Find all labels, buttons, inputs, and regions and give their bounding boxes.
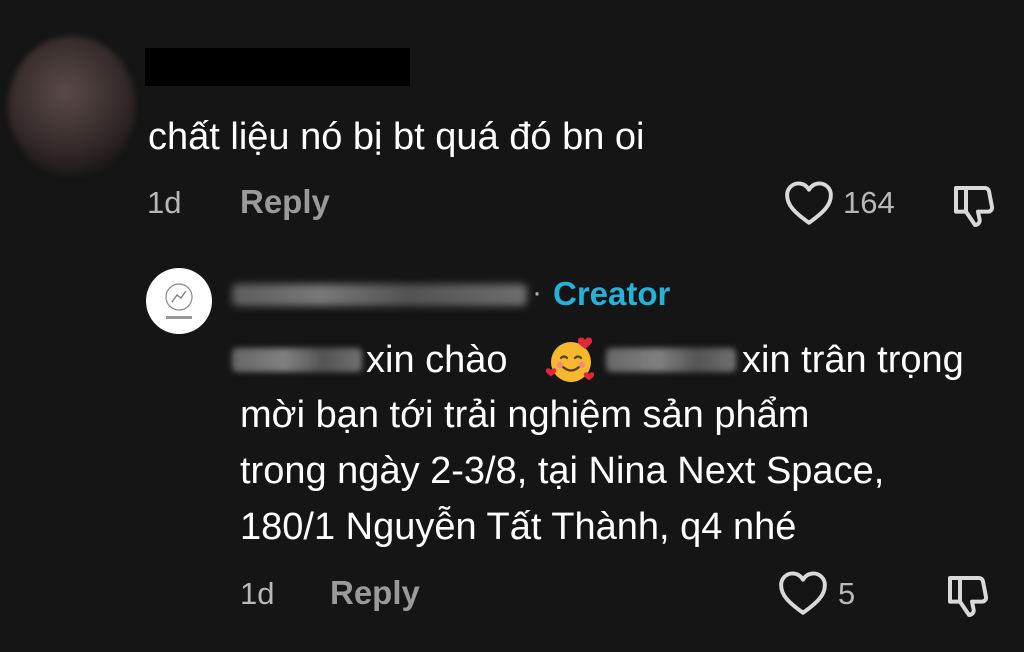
brand-logo-icon bbox=[165, 283, 193, 319]
reply-timestamp: 1d bbox=[240, 576, 275, 611]
reply-text-greeting: xin chào bbox=[366, 339, 508, 381]
name-separator: · bbox=[532, 276, 542, 309]
reply-text-line-4: 180/1 Nguyễn Tất Thành, q4 nhé bbox=[240, 506, 797, 548]
blurred-mention bbox=[232, 348, 362, 372]
reply-text-invite-start: xin trân trọng bbox=[742, 339, 964, 381]
comment-like-count: 164 bbox=[843, 185, 895, 220]
dislike-icon[interactable] bbox=[950, 180, 998, 230]
comment-text: chất liệu nó bị bt quá đó bn oi bbox=[148, 116, 645, 158]
reply-like-count: 5 bbox=[838, 576, 856, 611]
comment-timestamp: 1d bbox=[147, 185, 182, 220]
reply-text-line-3: trong ngày 2-3/8, tại Nina Next Space, bbox=[240, 450, 885, 492]
reply-dislike-icon[interactable] bbox=[944, 570, 992, 620]
comment-reply-button[interactable]: Reply bbox=[240, 183, 330, 221]
like-heart-icon[interactable] bbox=[784, 180, 834, 226]
redacted-username bbox=[145, 48, 410, 86]
creator-badge: Creator bbox=[553, 275, 671, 312]
commenter-avatar[interactable] bbox=[8, 36, 136, 176]
reply-text-line-2: mời bạn tới trải nghiệm sản phẩm bbox=[240, 394, 810, 436]
creator-avatar[interactable] bbox=[146, 268, 212, 334]
blurred-brand-mention bbox=[606, 348, 736, 372]
comments-screen: chất liệu nó bị bt quá đó bn oi 1d Reply… bbox=[0, 0, 1024, 652]
reply-like-heart-icon[interactable] bbox=[778, 570, 828, 616]
blurred-creator-name bbox=[232, 284, 527, 306]
smiling-face-with-hearts-icon bbox=[545, 337, 595, 382]
reply-reply-button[interactable]: Reply bbox=[330, 574, 420, 612]
